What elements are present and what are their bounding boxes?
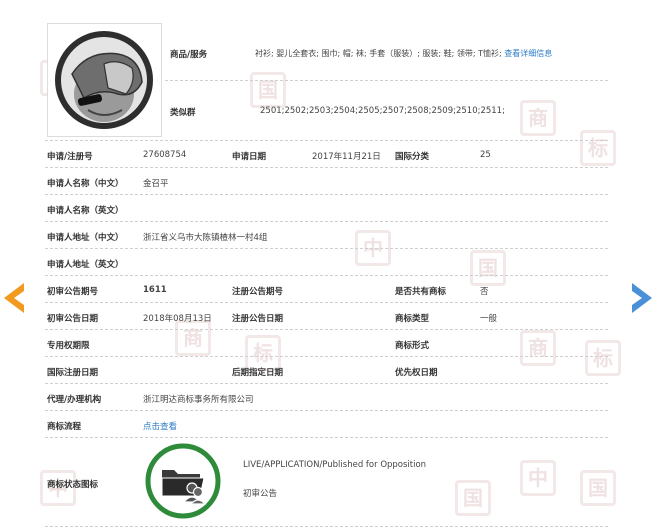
intl-class-value: 25 <box>480 150 491 160</box>
status-chinese: 初审公告 <box>243 489 278 499</box>
apply-date-label: 申请日期 <box>232 152 267 162</box>
separator <box>45 275 608 276</box>
separator <box>45 194 608 195</box>
separator <box>45 167 608 168</box>
process-label: 商标流程 <box>47 422 82 432</box>
watermark-tile: 国 <box>455 480 491 516</box>
separator <box>45 383 608 384</box>
mark-type-value: 一般 <box>480 314 498 324</box>
watermark-tile: 标 <box>585 340 621 376</box>
address-en-label: 申请人地址（英文） <box>47 260 124 270</box>
reg-issue-label: 注册公告期号 <box>232 287 284 297</box>
separator <box>45 410 608 411</box>
apply-date-value: 2017年11月21日 <box>312 152 381 162</box>
reg-date-label: 注册公告日期 <box>232 314 284 324</box>
applicant-cn-label: 申请人名称（中文） <box>47 179 124 189</box>
address-cn-value: 浙江省义乌市大陈镇楂林一村4组 <box>143 233 268 243</box>
priority-date-label: 优先权日期 <box>395 368 438 378</box>
arrow-left-icon <box>4 283 24 313</box>
watermark-tile: 商 <box>520 330 556 366</box>
similar-group-label: 类似群 <box>170 108 196 118</box>
prelim-date-value: 2018年08月13日 <box>143 314 212 324</box>
goods-value: 衬衫; 婴儿全套衣; 围巾; 帽; 袜; 手套（服装）; 服装; 鞋; 领带; … <box>255 48 552 59</box>
shared-label: 是否共有商标 <box>395 287 447 297</box>
watermark-tile: 国 <box>470 250 506 286</box>
agent-label: 代理/办理机构 <box>47 395 102 405</box>
separator <box>45 437 608 438</box>
prelim-issue-label: 初审公告期号 <box>47 287 99 297</box>
separator <box>45 302 608 303</box>
later-date-label: 后期指定日期 <box>232 368 284 378</box>
separator <box>45 248 608 249</box>
trademark-image-frame <box>47 23 162 137</box>
exclusive-period-label: 专用权期限 <box>47 341 90 351</box>
watermark-tile: 商 <box>520 100 556 136</box>
separator <box>45 140 608 141</box>
separator <box>165 80 608 81</box>
status-icon-ring <box>144 442 222 524</box>
agent-value: 浙江明达商标事务所有限公司 <box>143 395 254 405</box>
applicant-en-label: 申请人名称（英文） <box>47 206 124 216</box>
watermark-tile: 中 <box>520 460 556 496</box>
prev-record-button[interactable] <box>4 283 26 317</box>
intl-reg-date-label: 国际注册日期 <box>47 368 99 378</box>
mark-type-label: 商标类型 <box>395 314 430 324</box>
status-english: LIVE/APPLICATION/Published for Oppositio… <box>243 460 427 470</box>
separator <box>45 526 608 527</box>
prelim-date-label: 初审公告日期 <box>47 314 99 324</box>
mark-form-label: 商标形式 <box>395 341 430 351</box>
address-cn-label: 申请人地址（中文） <box>47 233 124 243</box>
folder-users-icon <box>145 443 221 519</box>
covering-face-photo <box>55 31 153 129</box>
status-label: 商标状态图标 <box>47 480 99 490</box>
similar-group-value: 2501;2502;2503;2504;2505;2507;2508;2509;… <box>260 106 505 116</box>
watermark-tile: 标 <box>580 130 616 166</box>
separator <box>45 329 608 330</box>
goods-label: 商品/服务 <box>170 50 208 60</box>
next-record-button[interactable] <box>630 283 652 317</box>
watermark-tile: 商 <box>175 320 211 356</box>
watermark-tile: 国 <box>580 470 616 506</box>
watermark-tile: 国 <box>250 72 286 108</box>
applicant-cn-value: 金召平 <box>143 179 169 189</box>
process-link[interactable]: 点击查看 <box>143 420 177 432</box>
intl-class-label: 国际分类 <box>395 152 430 162</box>
view-details-link[interactable]: 查看详细信息 <box>504 49 552 58</box>
goods-list: 衬衫; 婴儿全套衣; 围巾; 帽; 袜; 手套（服装）; 服装; 鞋; 领带; … <box>255 49 502 58</box>
separator <box>45 221 608 222</box>
prelim-issue-value: 1611 <box>143 285 167 295</box>
separator <box>45 356 608 357</box>
reg-no-value: 27608754 <box>143 150 187 160</box>
arrow-right-icon <box>632 283 652 313</box>
reg-no-label: 申请/注册号 <box>47 152 93 162</box>
shared-value: 否 <box>480 287 489 297</box>
